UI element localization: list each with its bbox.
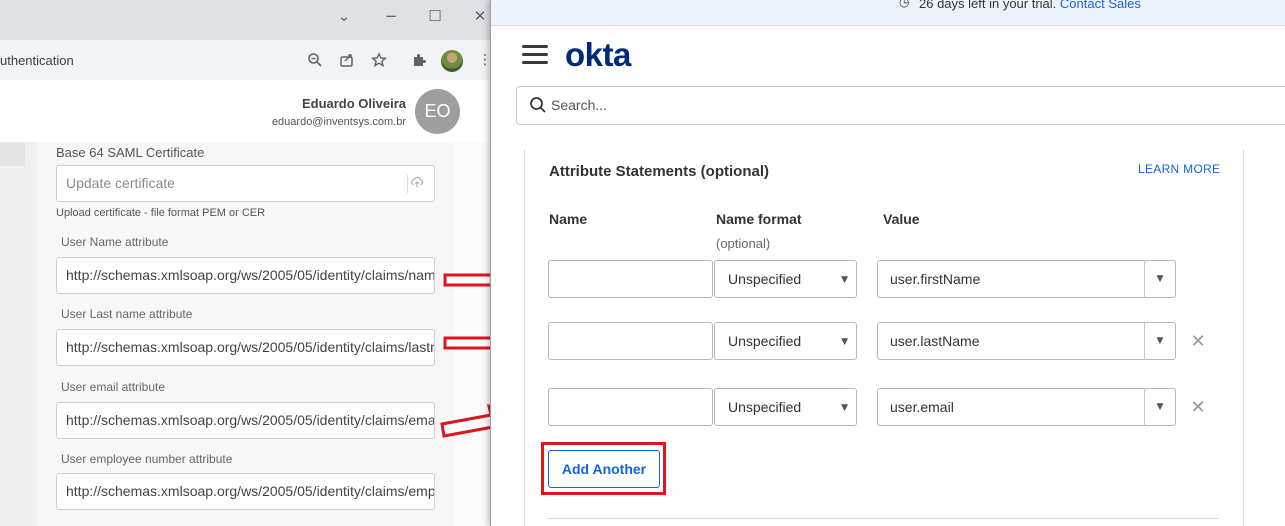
col-header-value: Value	[883, 211, 920, 227]
tab-search-icon[interactable]: ⌄	[330, 6, 358, 26]
zoom-icon[interactable]	[305, 52, 325, 70]
chevron-down-icon: ▼	[841, 275, 848, 285]
cert-hint: Upload certificate - file format PEM or …	[56, 207, 266, 219]
extensions-icon[interactable]	[409, 52, 429, 70]
clock-icon: ◷	[899, 0, 910, 9]
value-dropdown-icon[interactable]: ▼	[1144, 322, 1176, 360]
lastname-attr-label: User Last name attribute	[61, 307, 193, 321]
attr-name-input[interactable]	[548, 322, 713, 360]
name-format-value: Unspecified	[728, 399, 802, 415]
attr-value-input[interactable]: user.firstName	[877, 260, 1145, 298]
email-attr-input[interactable]: http://schemas.xmlsoap.org/ws/2005/05/id…	[56, 402, 435, 439]
name-format-select[interactable]: Unspecified ▼	[714, 260, 857, 298]
browser-titlebar	[0, 0, 490, 40]
contact-sales-link[interactable]: Contact Sales	[1060, 0, 1141, 11]
chevron-down-icon: ▼	[841, 337, 848, 347]
close-icon[interactable]: ✕	[466, 6, 490, 26]
remove-row-icon[interactable]: ✕	[1188, 332, 1208, 352]
side-gutter	[0, 142, 37, 526]
minimize-icon[interactable]: −	[377, 6, 405, 26]
employee-attr-label: User employee number attribute	[61, 452, 233, 466]
okta-logo[interactable]: okta	[565, 36, 631, 74]
star-icon[interactable]	[369, 52, 389, 70]
name-format-value: Unspecified	[728, 333, 802, 349]
name-format-value: Unspecified	[728, 271, 802, 287]
username-attr-input[interactable]: http://schemas.xmlsoap.org/ws/2005/05/id…	[56, 257, 435, 294]
col-header-name: Name	[549, 211, 588, 227]
learn-more-link[interactable]: LEARN MORE	[1138, 162, 1220, 176]
cert-label: Base 64 SAML Certificate	[56, 145, 205, 160]
email-attr-label: User email attribute	[61, 380, 166, 394]
search-icon	[529, 96, 547, 114]
okta-window: ◷ 26 days left in your trial. Contact Sa…	[490, 0, 1285, 526]
col-header-format-optional: (optional)	[716, 236, 771, 251]
value-dropdown-icon[interactable]: ▼	[1144, 260, 1176, 298]
trial-text: 26 days left in your trial. Contact Sale…	[919, 0, 1141, 11]
employee-attr-input[interactable]: http://schemas.xmlsoap.org/ws/2005/05/id…	[56, 473, 435, 510]
user-avatar[interactable]: EO	[415, 89, 460, 134]
restore-icon[interactable]: ☐	[421, 6, 449, 26]
name-format-select[interactable]: Unspecified ▼	[714, 322, 857, 360]
username-attr-label: User Name attribute	[61, 235, 169, 249]
kebab-menu-icon[interactable]: ⋮	[478, 52, 490, 68]
attr-value-input[interactable]: user.lastName	[877, 322, 1145, 360]
name-format-select[interactable]: Unspecified ▼	[714, 388, 857, 426]
url-text[interactable]: uthentication	[0, 53, 74, 68]
search-input[interactable]	[551, 93, 1151, 117]
user-name: Eduardo Oliveira	[301, 96, 406, 111]
share-icon[interactable]	[337, 52, 357, 70]
profile-avatar[interactable]	[441, 50, 463, 72]
user-email: eduardo@inventsys.com.br	[271, 116, 406, 128]
lastname-attr-input[interactable]: http://schemas.xmlsoap.org/ws/2005/05/id…	[56, 329, 435, 366]
trial-banner	[491, 0, 1285, 26]
attr-name-input[interactable]	[548, 388, 713, 426]
attr-value-input[interactable]: user.email	[877, 388, 1145, 426]
hamburger-menu-icon[interactable]	[522, 45, 548, 65]
value-dropdown-icon[interactable]: ▼	[1144, 388, 1176, 426]
chevron-down-icon: ▼	[841, 403, 848, 413]
attr-name-input[interactable]	[548, 260, 713, 298]
trial-days: 26 days left in your trial.	[919, 0, 1057, 11]
divider	[548, 518, 1218, 519]
upload-icon[interactable]	[407, 175, 425, 193]
browser-window: ⌄ − ☐ ✕ uthentication ⋮ Eduardo Oliveira…	[0, 0, 490, 526]
section-title: Attribute Statements (optional)	[549, 163, 769, 180]
remove-row-icon[interactable]: ✕	[1188, 398, 1208, 418]
add-another-button[interactable]: Add Another	[548, 450, 660, 488]
col-header-format: Name format	[716, 211, 802, 227]
side-gutter-tab	[0, 142, 25, 166]
cert-upload-field[interactable]: Update certificate	[56, 165, 435, 202]
